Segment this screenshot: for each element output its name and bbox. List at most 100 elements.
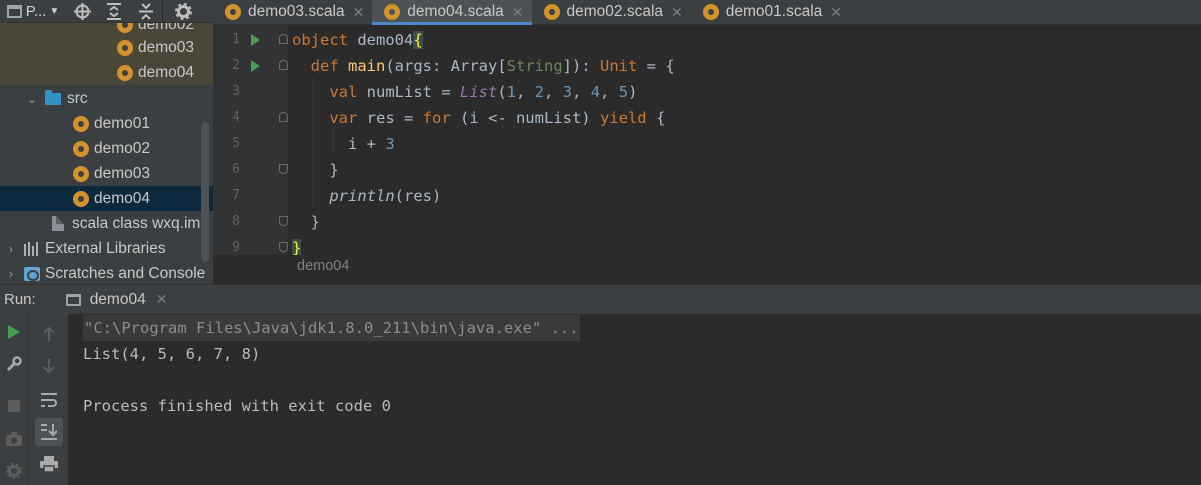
tree-item-demo03[interactable]: demo03 (0, 35, 213, 60)
tree-item-demo01[interactable]: demo01 (0, 111, 213, 136)
project-view-selector[interactable]: P... ▼ (0, 0, 66, 23)
project-toolbar: P... ▼ (0, 0, 213, 23)
fold-icon[interactable] (279, 34, 288, 44)
tree-item-label: External Libraries (45, 239, 166, 257)
console-icon (65, 293, 81, 306)
stop-icon[interactable] (2, 394, 26, 418)
run-toolbar-primary (0, 314, 28, 485)
wrench-icon[interactable] (2, 352, 26, 376)
tree-item-label: demo03 (94, 164, 151, 182)
arrow-down-icon[interactable] (37, 354, 61, 378)
chevron-down-icon[interactable]: ⌄ (25, 92, 39, 106)
line-number: 7 (232, 188, 240, 203)
chevron-right-icon[interactable]: › (4, 242, 18, 256)
folder-icon (45, 89, 61, 105)
gear-icon[interactable] (163, 0, 203, 23)
fold-icon[interactable] (279, 242, 288, 252)
tree-item-label: demo04 (94, 189, 151, 207)
tree-item-demo04-selected[interactable]: demo04 (0, 186, 213, 211)
tree-item-label: Scratches and Console (45, 264, 206, 282)
tree-item-label: demo04 (138, 63, 195, 81)
expand-all-icon[interactable] (98, 0, 130, 23)
editor-tab-bar: demo03.scala ✕ demo04.scala ✕ demo02.sca… (213, 0, 1201, 25)
fold-icon[interactable] (279, 164, 288, 174)
tree-item-label: demo01 (94, 114, 151, 132)
code-area[interactable]: object demo04{ def main(args: Array[Stri… (292, 25, 675, 255)
code-line-7: println(res) (329, 187, 442, 205)
print-icon[interactable] (37, 452, 61, 476)
scratches-icon (24, 266, 40, 281)
run-panel-header: Run: demo04 ✕ (0, 284, 1201, 315)
console-output[interactable]: "C:\Program Files\Java\jdk1.8.0_211\bin\… (68, 314, 1201, 485)
arrow-up-icon[interactable] (37, 322, 61, 346)
console-output-line: List(4, 5, 6, 7, 8) (83, 345, 261, 363)
line-number: 4 (232, 110, 240, 125)
run-gutter-icon[interactable] (251, 34, 260, 46)
line-number: 2 (232, 58, 240, 73)
breadcrumb[interactable]: demo04 (213, 255, 1201, 283)
project-view-icon (6, 4, 22, 18)
line-number: 8 (232, 214, 240, 229)
scala-object-icon (73, 140, 89, 157)
code-line-6: } (292, 161, 339, 179)
close-icon[interactable]: ✕ (512, 4, 524, 21)
tree-item-label: demo03 (138, 38, 195, 56)
chevron-right-icon[interactable]: › (4, 267, 18, 281)
code-line-8: } (292, 213, 320, 231)
scala-object-icon (73, 115, 89, 132)
tree-item-scratches[interactable]: › Scratches and Console (0, 261, 213, 285)
tree-item-iml-file[interactable]: scala class wxq.iml (0, 211, 213, 236)
run-gutter-icon[interactable] (251, 60, 260, 72)
code-line-1: object demo04{ (292, 31, 423, 49)
rerun-icon[interactable] (2, 320, 26, 344)
project-panel: P... ▼ demo02 demo03 demo04 ⌄ src demo01… (0, 0, 213, 285)
tree-item-external-libraries[interactable]: › External Libraries (0, 236, 213, 261)
tree-item-demo04[interactable]: demo04 (0, 60, 213, 85)
run-tab-label: demo04 (89, 290, 146, 308)
tab-demo04[interactable]: demo04.scala ✕ (372, 0, 532, 25)
tab-label: demo03.scala (248, 3, 345, 20)
collapse-all-icon[interactable] (130, 0, 162, 23)
tree-item-label: demo02 (94, 139, 151, 157)
console-command-line: "C:\Program Files\Java\jdk1.8.0_211\bin\… (83, 315, 580, 341)
settings-gear-icon[interactable] (2, 459, 26, 483)
run-tab-demo04[interactable]: demo04 ✕ (59, 284, 174, 315)
tree-item-demo03[interactable]: demo03 (0, 161, 213, 186)
editor-gutter: 1 2 3 4 5 6 7 8 9 (213, 25, 288, 255)
tree-item-demo02[interactable]: demo02 (0, 136, 213, 161)
fold-icon[interactable] (279, 112, 288, 122)
line-number: 6 (232, 162, 240, 177)
run-panel-title: Run: (4, 291, 36, 308)
code-line-3: val numList = List(1, 2, 3, 4, 5) (329, 83, 638, 101)
tree-item-src[interactable]: ⌄ src (0, 86, 213, 111)
soft-wrap-icon[interactable] (37, 388, 61, 412)
code-editor[interactable]: 1 2 3 4 5 6 7 8 9 object demo04{ def mai… (213, 25, 1201, 255)
fold-icon[interactable] (279, 60, 288, 70)
tab-demo02[interactable]: demo02.scala ✕ (532, 0, 691, 24)
code-line-9: } (292, 239, 302, 255)
close-icon[interactable]: ✕ (671, 4, 683, 21)
file-icon (52, 216, 64, 231)
tree-scrollbar[interactable] (201, 122, 209, 262)
scroll-to-end-icon[interactable] (35, 418, 63, 446)
chevron-down-icon: ▼ (49, 5, 60, 17)
close-icon[interactable]: ✕ (156, 291, 168, 308)
scala-object-icon (117, 64, 133, 81)
scala-object-icon (73, 190, 89, 207)
scala-object-icon (117, 39, 133, 56)
project-view-label: P... (25, 2, 47, 20)
locate-icon[interactable] (66, 0, 98, 23)
tree-item-label: scala class wxq.iml (72, 214, 204, 232)
tab-demo03[interactable]: demo03.scala ✕ (213, 0, 372, 24)
close-icon[interactable]: ✕ (353, 4, 365, 21)
line-number: 5 (232, 136, 240, 151)
scala-object-icon (702, 4, 719, 20)
code-line-2: def main(args: Array[String]): Unit = { (310, 57, 675, 75)
close-icon[interactable]: ✕ (830, 4, 842, 21)
scala-object-icon (73, 165, 89, 182)
camera-icon[interactable] (2, 427, 26, 451)
tab-demo01[interactable]: demo01.scala ✕ (691, 0, 850, 24)
fold-icon[interactable] (279, 216, 288, 226)
tab-label: demo04.scala (407, 3, 504, 20)
line-number: 1 (232, 32, 240, 47)
